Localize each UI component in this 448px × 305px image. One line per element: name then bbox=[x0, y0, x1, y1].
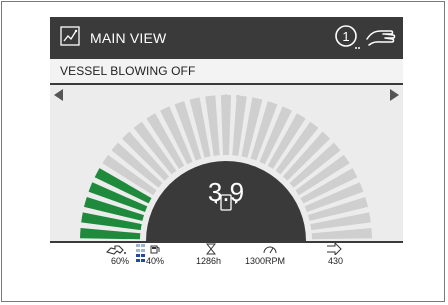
fuel-can-icon bbox=[150, 245, 160, 254]
page-title: MAIN VIEW bbox=[90, 30, 167, 46]
arrow-right-icon bbox=[327, 243, 342, 255]
tank-item: 40% bbox=[134, 243, 184, 264]
hand-icon[interactable] bbox=[365, 25, 397, 49]
gauge-segment bbox=[311, 228, 372, 240]
hourglass-icon bbox=[206, 243, 216, 255]
gauge-value: 3.9 bbox=[207, 177, 245, 207]
engine-hours: 1286h bbox=[196, 256, 222, 264]
pump-icon bbox=[105, 245, 126, 255]
tank-level-icon bbox=[136, 244, 145, 262]
gauge-segment bbox=[220, 95, 232, 156]
fuel-percent: 60% bbox=[111, 256, 130, 264]
engine-rpm: 1300RPM bbox=[245, 256, 286, 264]
count-item: 430 bbox=[324, 243, 354, 264]
rpm-item: 1300RPM bbox=[245, 243, 305, 264]
speedometer-icon bbox=[263, 246, 277, 254]
counter-value: 430 bbox=[328, 256, 344, 264]
info-icon[interactable]: 1 bbox=[333, 23, 361, 51]
status-message: VESSEL BLOWING OFF bbox=[60, 64, 196, 78]
title-bar: MAIN VIEW 1 bbox=[50, 17, 403, 59]
pressure-gauge bbox=[80, 95, 372, 241]
tank-percent: 40% bbox=[146, 256, 165, 264]
gauge-segment-active bbox=[80, 228, 141, 240]
info-bar: 60% 40% 1286h 1300RPM 430 bbox=[50, 241, 403, 264]
status-bar: VESSEL BLOWING OFF bbox=[50, 59, 403, 85]
operator-panel-icon bbox=[60, 26, 80, 46]
hours-item: 1286h bbox=[194, 243, 234, 264]
device-screen: MAIN VIEW 1 VESSEL BLOWING OFF 3.9 60% 4… bbox=[50, 17, 403, 264]
info-badge-number: 1 bbox=[342, 29, 349, 44]
